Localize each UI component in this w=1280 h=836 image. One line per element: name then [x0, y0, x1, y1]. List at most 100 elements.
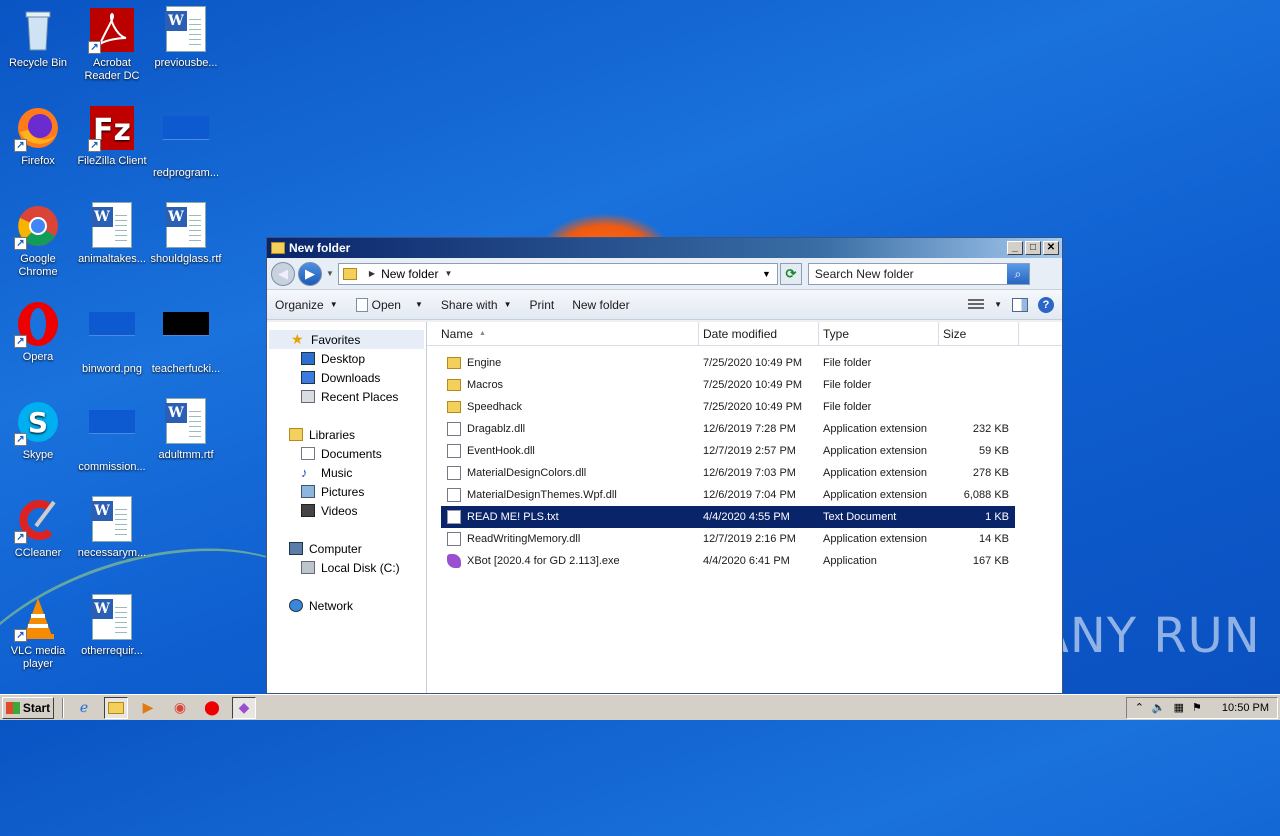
search-input[interactable] — [808, 265, 1005, 282]
shortcut-arrow-icon: ↗ — [14, 629, 27, 642]
search-icon[interactable]: ⌕ — [1006, 263, 1029, 284]
file-row[interactable]: Dragablz.dll 12/6/2019 7:28 PM Application… — [441, 418, 1015, 440]
nav-pictures[interactable]: Pictures — [267, 482, 426, 501]
forward-button[interactable]: ▶ — [298, 261, 322, 286]
desktop-icon-adultmm[interactable]: W adultmm.rtf — [148, 398, 224, 462]
column-header-type[interactable]: Type — [819, 322, 939, 345]
column-header-name[interactable]: Name ▲ — [427, 322, 699, 345]
desktop-icon-shouldglass[interactable]: W shouldglass.rtf — [148, 202, 224, 266]
desktop-icon-necessarym[interactable]: W necessarym... — [74, 496, 150, 560]
desktop-icon-otherrequir[interactable]: W otherrequir... — [74, 594, 150, 658]
desktop-icon-acrobat[interactable]: ↗ Acrobat Reader DC — [74, 6, 150, 83]
file-row[interactable]: Engine 7/25/2020 10:49 PM File folder — [441, 352, 1015, 374]
desktop-icon-filezilla[interactable]: Fz ↗ FileZilla Client — [74, 104, 150, 168]
desktop-icon-opera[interactable]: ↗ Opera — [0, 300, 76, 364]
file-thumbnail-icon — [88, 410, 136, 458]
start-button[interactable]: Start — [2, 696, 54, 719]
file-row[interactable]: READ ME! PLS.txt 4/4/2020 4:55 PM Text Doc… — [441, 506, 1015, 528]
help-icon[interactable]: ? — [1038, 296, 1054, 313]
volume-icon[interactable]: 🔈 — [1152, 701, 1166, 714]
internet-explorer-icon[interactable]: ℯ — [72, 697, 96, 719]
nav-downloads[interactable]: Downloads — [267, 368, 426, 387]
address-bar[interactable]: ▶ New folder ▼ ▼ — [337, 262, 778, 285]
desktop-icon-label: animaltakes... — [78, 253, 146, 265]
file-row[interactable]: MaterialDesignThemes.Wpf.dll 12/6/2019 7:… — [441, 484, 1015, 506]
nav-libraries[interactable]: Libraries — [267, 425, 426, 444]
search-box[interactable]: ⌕ — [807, 262, 1030, 285]
open-button[interactable]: Open ▼ — [355, 297, 423, 312]
desktop-icon-teacherfucki[interactable]: teacherfucki... — [148, 300, 224, 376]
chevron-down-icon[interactable]: ▼ — [994, 300, 1002, 309]
desktop-icon-chrome[interactable]: ↗ Google Chrome — [0, 202, 76, 279]
desktop-icon-vlc[interactable]: ↗ VLC media player — [0, 594, 76, 671]
file-row[interactable]: XBot [2020.4 for GD 2.113].exe 4/4/2020 6… — [441, 550, 1015, 572]
opera-taskbar-icon[interactable]: ⬤ — [200, 697, 224, 719]
maximize-button[interactable]: □ — [1025, 241, 1041, 255]
chrome-taskbar-icon[interactable]: ◉ — [168, 697, 192, 719]
navigation-pane: ★ Favorites Desktop Downloads Recent Pla… — [267, 322, 427, 693]
title-bar[interactable]: New folder _ □ ✕ — [267, 238, 1062, 258]
share-with-button[interactable]: Share with ▼ — [441, 298, 512, 312]
file-row[interactable]: MaterialDesignColors.dll 12/6/2019 7:03 P… — [441, 462, 1015, 484]
column-header-size[interactable]: Size — [939, 322, 1019, 345]
back-button[interactable]: ◀ — [271, 261, 295, 286]
show-hidden-icons-icon[interactable]: ⌃ — [1135, 701, 1144, 714]
nav-music[interactable]: ♪ Music — [267, 463, 426, 482]
file-row[interactable]: Macros 7/25/2020 10:49 PM File folder — [441, 374, 1015, 396]
nav-computer[interactable]: Computer — [267, 539, 426, 558]
desktop-icon-commission[interactable]: commission... — [74, 398, 150, 474]
desktop-icon-label: Skype — [22, 449, 54, 461]
organize-button[interactable]: Organize ▼ — [275, 298, 338, 312]
filezilla-icon: Fz ↗ — [88, 104, 136, 152]
network-status-icon[interactable]: ▦ — [1174, 701, 1184, 714]
desktop-icon-recycle-bin[interactable]: Recycle Bin — [0, 6, 76, 70]
desktop-icon-firefox[interactable]: ↗ Firefox — [0, 104, 76, 168]
refresh-button[interactable]: ⟳ — [779, 262, 802, 285]
nav-desktop[interactable]: Desktop — [267, 349, 426, 368]
word-document-icon: W — [88, 594, 136, 642]
nav-label: Downloads — [321, 370, 381, 385]
new-folder-button[interactable]: New folder — [572, 298, 629, 312]
nav-videos[interactable]: Videos — [267, 501, 426, 520]
change-view-icon[interactable] — [968, 298, 985, 311]
explorer-taskbar-button[interactable] — [104, 696, 128, 719]
clock[interactable]: 10:50 PM — [1222, 702, 1269, 714]
nav-recent-places[interactable]: Recent Places — [267, 387, 426, 406]
xbot-taskbar-button[interactable]: ◆ — [232, 696, 256, 719]
close-button[interactable]: ✕ — [1043, 241, 1059, 255]
preview-pane-icon[interactable] — [1012, 297, 1028, 312]
file-row[interactable]: EventHook.dll 12/7/2019 2:57 PM Applicatio… — [441, 440, 1015, 462]
media-player-icon[interactable]: ▶ — [136, 697, 160, 719]
desktop-icon-previousbe[interactable]: W previousbe... — [148, 6, 224, 70]
nav-network[interactable]: Network — [267, 596, 426, 615]
desktop-icon-ccleaner[interactable]: ↗ CCleaner — [0, 496, 76, 560]
nav-favorites[interactable]: ★ Favorites — [269, 330, 424, 349]
nav-documents[interactable]: Documents — [267, 444, 426, 463]
taskbar-separator — [62, 697, 64, 718]
desktop-icon-redprogram[interactable]: redprogram... — [148, 104, 224, 180]
nav-local-disk[interactable]: Local Disk (C:) — [267, 558, 426, 577]
file-row[interactable]: Speedhack 7/25/2020 10:49 PM File folder — [441, 396, 1015, 418]
address-row: ◀ ▶ ▼ ▶ New folder ▼ ▼ ⟳ ⌕ — [267, 258, 1062, 290]
desktop-icon-binword[interactable]: binword.png — [74, 300, 150, 376]
chevron-down-icon[interactable]: ▼ — [415, 300, 423, 309]
file-type: Application — [823, 555, 877, 567]
command-bar: Organize ▼ Open ▼ Share with ▼ Print New… — [267, 290, 1062, 320]
action-center-flag-icon[interactable]: ⚑ — [1192, 701, 1202, 714]
nav-label: Network — [309, 598, 354, 613]
file-name-cell: READ ME! PLS.txt — [441, 510, 699, 524]
desktop-icon-label: FileZilla Client — [77, 155, 147, 167]
desktop-icon-skype[interactable]: S ↗ Skype — [0, 398, 76, 462]
column-header-date[interactable]: Date modified — [699, 322, 819, 345]
minimize-button[interactable]: _ — [1007, 241, 1023, 255]
breadcrumb-dropdown-icon[interactable]: ▼ — [444, 269, 452, 278]
file-size: 14 KB — [979, 533, 1009, 545]
dll-file-icon — [447, 532, 461, 546]
breadcrumb-current[interactable]: New folder — [381, 267, 438, 281]
desktop-icon-animaltakes[interactable]: W animaltakes... — [74, 202, 150, 266]
print-button[interactable]: Print — [530, 298, 555, 312]
file-row[interactable]: ReadWritingMemory.dll 12/7/2019 2:16 PM Ap… — [441, 528, 1015, 550]
recent-pages-dropdown[interactable]: ▼ — [326, 269, 334, 278]
address-dropdown-icon[interactable]: ▼ — [762, 269, 771, 279]
breadcrumb-arrow-icon[interactable]: ▶ — [369, 269, 375, 278]
